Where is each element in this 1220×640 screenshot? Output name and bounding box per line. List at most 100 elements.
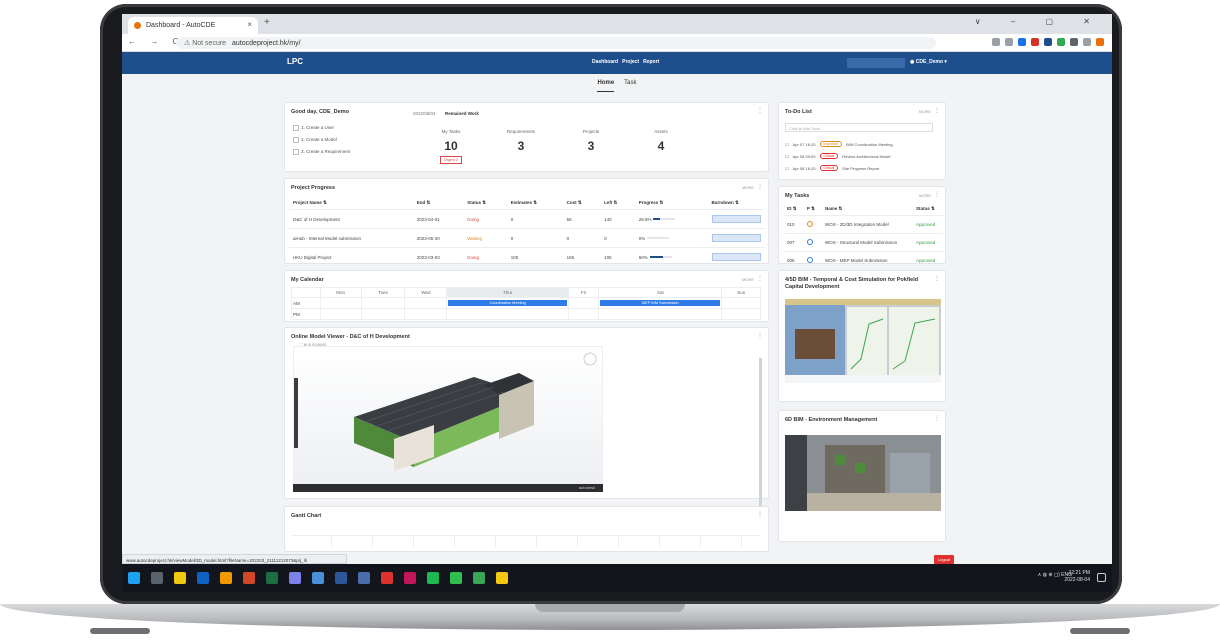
stat-requirements[interactable]: Requirements 3 xyxy=(491,129,551,153)
table-row[interactable]: 007 WOS - Structural Model Submission Ap… xyxy=(783,233,943,252)
4d-simulation-image[interactable] xyxy=(785,299,941,383)
tab-home[interactable]: Home xyxy=(597,80,615,92)
col-status[interactable]: Status ⇅ xyxy=(463,197,507,210)
more-link[interactable]: MORE xyxy=(919,109,931,114)
wechat-icon[interactable] xyxy=(450,572,462,584)
more-options-icon[interactable]: ⋮ xyxy=(934,275,940,282)
more-link[interactable]: MORE xyxy=(742,277,754,282)
add-todo-input[interactable]: Click to Add Todo xyxy=(785,123,933,132)
spotify-icon[interactable] xyxy=(427,572,439,584)
nav-project[interactable]: Project xyxy=(622,59,639,65)
user-menu[interactable]: ◉ CDE_Demo ▾ xyxy=(910,59,947,65)
more-options-icon[interactable]: ⋮ xyxy=(757,275,763,282)
more-options-icon[interactable]: ⋮ xyxy=(934,415,940,422)
start-icon[interactable] xyxy=(128,572,140,584)
more-link[interactable]: MORE xyxy=(919,193,931,198)
app-logo[interactable]: LPC xyxy=(287,57,303,66)
task-view-icon[interactable] xyxy=(151,572,163,584)
word-icon[interactable] xyxy=(335,572,347,584)
checkbox[interactable]: ☐ xyxy=(785,166,789,171)
laptop-screen: { "browser": { "tab_title": "Dashboard -… xyxy=(122,14,1112,592)
bookmark-star-icon[interactable] xyxy=(1018,38,1026,46)
stat-projects[interactable]: Projects 3 xyxy=(561,129,621,153)
todo-item[interactable]: ☐ Apr 08 09:00 Critical Review Architect… xyxy=(785,153,890,159)
nav-dashboard[interactable]: Dashboard xyxy=(592,59,618,65)
todo-item[interactable]: ☐ Apr 08 16:20 Critical Site Progress Re… xyxy=(785,165,879,171)
user-search-box[interactable] xyxy=(847,58,905,68)
more-options-icon[interactable]: ⋮ xyxy=(757,511,763,518)
more-options-icon[interactable]: ⋮ xyxy=(934,107,940,114)
new-tab-button[interactable]: + xyxy=(264,17,270,28)
gantt-card: Gantt Chart ⋮ xyxy=(284,506,769,552)
step-create-requirement[interactable]: 3. Create a Requirement xyxy=(293,149,350,155)
table-row[interactable]: 006 WOS - MEP Model Submission Approved xyxy=(783,251,943,269)
file-explorer-icon[interactable] xyxy=(174,572,186,584)
share-icon[interactable] xyxy=(1005,38,1013,46)
browser-tab[interactable]: Dashboard - AutoCDE × xyxy=(128,17,258,34)
col-cost[interactable]: Cost ⇅ xyxy=(563,197,600,210)
app-icon[interactable] xyxy=(358,572,370,584)
col-end[interactable]: End ⇅ xyxy=(413,197,463,210)
environment-image[interactable] xyxy=(785,435,941,511)
table-row[interactable]: aiHub - Internal Model submission 2023-0… xyxy=(289,228,765,248)
sticky-notes-icon[interactable] xyxy=(496,572,508,584)
col-estimates[interactable]: Estimates ⇅ xyxy=(507,197,563,210)
col-left[interactable]: Left ⇅ xyxy=(600,197,635,210)
building-model xyxy=(354,352,597,471)
card-title: 4/5D BIM - Temporal & Cost Simulation fo… xyxy=(785,277,919,290)
app-icon[interactable] xyxy=(473,572,485,584)
extension-icon[interactable] xyxy=(1057,38,1065,46)
excel-icon[interactable] xyxy=(266,572,278,584)
stat-my-tasks[interactable]: My Tasks 10 Urgent 2 xyxy=(421,129,481,164)
viewer-footer-bar: autodesk xyxy=(293,484,603,492)
table-row[interactable]: HKU Digital Project 2023-03-03 Doing 100… xyxy=(289,247,765,266)
extension-icon[interactable] xyxy=(1044,38,1052,46)
acrobat-icon[interactable] xyxy=(381,572,393,584)
checkbox[interactable]: ☐ xyxy=(785,154,789,159)
notification-icon[interactable] xyxy=(1097,573,1106,582)
extension-icon[interactable] xyxy=(1031,38,1039,46)
stat-assets[interactable]: Assets 4 xyxy=(631,129,691,153)
viewer-side-toolbar[interactable] xyxy=(294,378,298,448)
scrollbar[interactable] xyxy=(759,358,762,508)
calendar-event[interactable]: MEP BIM Submission xyxy=(600,300,721,306)
3d-viewport[interactable] xyxy=(293,346,603,484)
col-progress[interactable]: Progress ⇅ xyxy=(635,197,708,210)
chrome-icon[interactable] xyxy=(220,572,232,584)
col-project-name[interactable]: Project Name ⇅ xyxy=(289,197,413,210)
step-create-user[interactable]: 1. Create a User xyxy=(293,125,350,131)
app-icon[interactable] xyxy=(243,572,255,584)
calendar-event[interactable]: Coordination Meeting xyxy=(448,300,567,306)
profile-avatar-icon[interactable] xyxy=(1096,38,1104,46)
windows-taskbar: ∧ ◍ ⊕ ◻) ENG 12:21 PM 2022-08-04 xyxy=(122,564,1112,592)
more-link[interactable]: MORE xyxy=(742,185,754,190)
todo-item[interactable]: ☐ Apr 07 16:20 Important BIM Coordinatio… xyxy=(785,141,893,147)
window-controls[interactable]: ∨ – ▢ ✕ xyxy=(975,17,1104,26)
puzzle-icon[interactable] xyxy=(1070,38,1078,46)
url-field[interactable]: ⚠ Not secure autocdeproject.hk/my/ xyxy=(176,37,936,49)
table-row[interactable]: 010 WOS - 2D/3D Integration Model Approv… xyxy=(783,215,943,234)
app-icon[interactable] xyxy=(197,572,209,584)
more-options-icon[interactable]: ⋮ xyxy=(757,332,763,339)
teams-icon[interactable] xyxy=(289,572,301,584)
more-options-icon[interactable]: ⋮ xyxy=(757,183,763,190)
close-tab-icon[interactable]: × xyxy=(247,20,252,29)
address-bar: ← → C ⚠ Not secure autocdeproject.hk/my/ xyxy=(122,34,1112,52)
app-icon[interactable] xyxy=(312,572,324,584)
logout-button[interactable]: Logout xyxy=(934,555,954,564)
checkbox[interactable]: ☐ xyxy=(785,142,789,147)
nav-report[interactable]: Report xyxy=(643,59,659,65)
sidebar-icon[interactable] xyxy=(1083,38,1091,46)
clock[interactable]: 12:21 PM 2022-08-04 xyxy=(1064,570,1090,584)
table-row[interactable]: D&C of H Development 2023-04-01 Doing 0 … xyxy=(289,209,765,229)
app-icon[interactable] xyxy=(404,572,416,584)
zoom-icon[interactable] xyxy=(992,38,1000,46)
col-burndown[interactable]: Burndown ⇅ xyxy=(708,197,765,210)
tab-task[interactable]: Task xyxy=(624,80,636,92)
card-title: Online Model Viewer - D&C of H Developme… xyxy=(291,334,410,340)
step-create-model[interactable]: 2. Create a Model xyxy=(293,137,350,143)
more-options-icon[interactable]: ⋮ xyxy=(934,191,940,198)
more-options-icon[interactable]: ⋮ xyxy=(757,107,763,114)
priority-icon xyxy=(806,257,813,263)
viewer-brand: autodesk xyxy=(578,485,595,490)
